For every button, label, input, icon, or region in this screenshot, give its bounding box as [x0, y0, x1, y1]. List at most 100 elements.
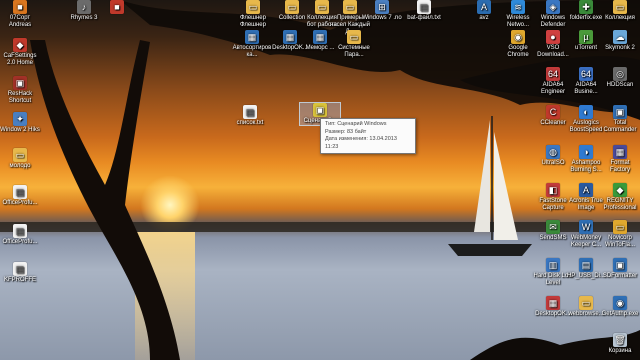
app-icon: ▤ — [417, 0, 431, 14]
desktop-icon-label: Google Chrome — [507, 45, 529, 58]
desktop-icon-label: ResHack Shortcut — [7, 91, 33, 104]
app-icon: 64 — [546, 67, 560, 81]
desktop-icon-label: Флешнер Флешнер — [239, 15, 266, 28]
desktop-icon[interactable]: ▭ молодо — [0, 148, 40, 170]
app-icon: 🗑 — [613, 333, 627, 347]
desktop-icon-label: Коллекция — [605, 15, 635, 21]
tooltip-date: Дата изменения: 13.04.2013 11:23 — [325, 136, 397, 150]
app-icon: ♪ — [77, 0, 91, 14]
desktop-icon-label: CaFSettings 2.0 Home — [3, 53, 37, 66]
desktop-icon-label: Системные Пара... — [338, 45, 370, 58]
desktop-icon[interactable]: ▣ Total Commander — [600, 105, 640, 134]
app-icon: A — [477, 0, 491, 14]
desktop-icon[interactable]: ▤ список.txt — [230, 105, 270, 127]
desktop-icon[interactable]: ✦ Window 2 Hiks — [0, 112, 40, 134]
app-icon: A — [579, 183, 593, 197]
desktop-icon[interactable]: ■ 07Сорт Andreas — [0, 0, 40, 29]
app-icon: ▣ — [13, 76, 27, 90]
desktop-icon[interactable]: ▤ OfficeProfu... — [0, 185, 40, 207]
app-icon: ▦ — [283, 30, 297, 44]
desktop-icon-label: OfficeProfu... — [2, 239, 38, 245]
app-icon: ≋ — [511, 0, 525, 14]
app-icon: ▭ — [246, 0, 260, 14]
desktop-icon-label: REGNITY Professional — [603, 198, 637, 211]
desktop-icon[interactable]: ◆ REGNITY Professional — [600, 183, 640, 212]
app-icon: ▭ — [579, 296, 593, 310]
app-icon: ▭ — [315, 0, 329, 14]
app-icon: ▤ — [243, 105, 257, 119]
app-icon: ▦ — [546, 296, 560, 310]
desktop-icon[interactable]: ▭ Флешнер Флешнер — [233, 0, 273, 29]
app-icon: ▦ — [245, 30, 259, 44]
desktop-icon-label: Total Commander — [603, 120, 637, 133]
desktop-icon[interactable]: ▦ Автосортировка... — [232, 30, 272, 59]
desktop-icon[interactable]: ◉ Google Chrome — [498, 30, 538, 59]
app-icon: ◐ — [579, 105, 593, 119]
app-icon: ◍ — [546, 145, 560, 159]
desktop-icon-label: Skymonk 2 — [605, 45, 635, 51]
desktop-icon[interactable]: ▦ Format Factory — [600, 145, 640, 174]
app-icon: ◉ — [613, 296, 627, 310]
desktop-icon-label: SDFormatter — [602, 273, 638, 279]
desktop-icon-label: OfficeProfu... — [2, 200, 38, 206]
app-icon: ▣ — [613, 258, 627, 272]
app-icon: ▤ — [579, 258, 593, 272]
file-tooltip: Тип: Сценарий Windows Размер: 83 байт Да… — [320, 118, 416, 154]
desktop-icon-label: Wireless Netwo... — [506, 15, 530, 28]
desktop-icon-label: KFPROFFE — [3, 277, 36, 283]
desktop-icon[interactable]: ◎ HDDScan — [600, 67, 640, 89]
desktop-icon[interactable]: ◆ CaFSettings 2.0 Home — [0, 38, 40, 67]
app-icon: µ — [579, 30, 593, 44]
desktop-icon[interactable]: ▭ Novicorp WinToFla... — [600, 220, 640, 249]
app-icon: ▭ — [285, 0, 299, 14]
app-icon: ⊞ — [375, 0, 389, 14]
app-icon: ▣ — [613, 105, 627, 119]
app-icon: ▤ — [13, 262, 27, 276]
desktop-icon-label: Format Factory — [609, 160, 630, 173]
tooltip-type: Тип: Сценарий Windows — [325, 121, 387, 127]
app-icon: ◑ — [579, 145, 593, 159]
desktop-icon[interactable]: ▣ SDFormatter — [600, 258, 640, 280]
desktop-icon[interactable]: 🗑 Корзина — [600, 333, 640, 355]
app-icon: ■ — [13, 0, 27, 14]
desktop[interactable]: ■ 07Сорт Andreas ◆ CaFSettings 2.0 Home ▣ Res… — [0, 0, 640, 360]
app-icon: ▦ — [313, 30, 327, 44]
app-icon: ▤ — [13, 185, 27, 199]
desktop-icon-label: 07Сорт Andreas — [8, 15, 32, 28]
desktop-icon-label: HDDScan — [606, 82, 634, 88]
desktop-icon[interactable]: ▤ OfficeProfu... — [0, 224, 40, 246]
app-icon: ◉ — [511, 30, 525, 44]
desktop-icon-label: bat-файл.txt — [407, 15, 441, 21]
desktop-icon[interactable]: ◉ GetAuthp.exe — [600, 296, 640, 318]
desktop-icon[interactable]: ▭ Коллекция — [600, 0, 640, 22]
app-icon: ▭ — [13, 148, 27, 162]
app-icon: ◆ — [613, 183, 627, 197]
app-icon: ◈ — [546, 0, 560, 14]
app-icon: 64 — [579, 67, 593, 81]
desktop-icon-label: Rhymes 3 — [70, 15, 98, 21]
desktop-icon[interactable]: ≋ Wireless Netwo... — [498, 0, 538, 29]
desktop-icon[interactable]: ☁ Skymonk 2 — [600, 30, 640, 52]
app-icon: ▭ — [613, 220, 627, 234]
app-icon: ▣ — [313, 103, 327, 117]
desktop-icon[interactable]: ▭ Системные Пара... — [334, 30, 374, 59]
app-icon: W — [579, 220, 593, 234]
app-icon: ✉ — [546, 220, 560, 234]
app-icon: ◧ — [546, 183, 560, 197]
desktop-icon-label: молодо — [9, 163, 31, 169]
app-icon: ▥ — [546, 258, 560, 272]
desktop-icon-label: Корзина — [608, 348, 632, 354]
desktop-icon[interactable]: ▣ ResHack Shortcut — [0, 76, 40, 105]
sun-reflection — [135, 232, 195, 360]
desktop-icon[interactable]: ■ — [97, 0, 137, 15]
app-icon: ☁ — [613, 30, 627, 44]
desktop-icon-label: список.txt — [236, 120, 264, 126]
desktop-icon[interactable]: ▤ bat-файл.txt — [404, 0, 444, 22]
desktop-icon[interactable]: ⊞ Windows 7 .no — [362, 0, 402, 22]
desktop-icon-label: GetAuthp.exe — [601, 311, 639, 317]
app-icon: ✚ — [579, 0, 593, 14]
desktop-icon-label: Window 2 Hiks — [0, 127, 40, 133]
desktop-icon-label: Автосортировка... — [232, 45, 272, 58]
desktop-icon[interactable]: ▤ KFPROFFE — [0, 262, 40, 284]
app-icon: ▦ — [613, 145, 627, 159]
